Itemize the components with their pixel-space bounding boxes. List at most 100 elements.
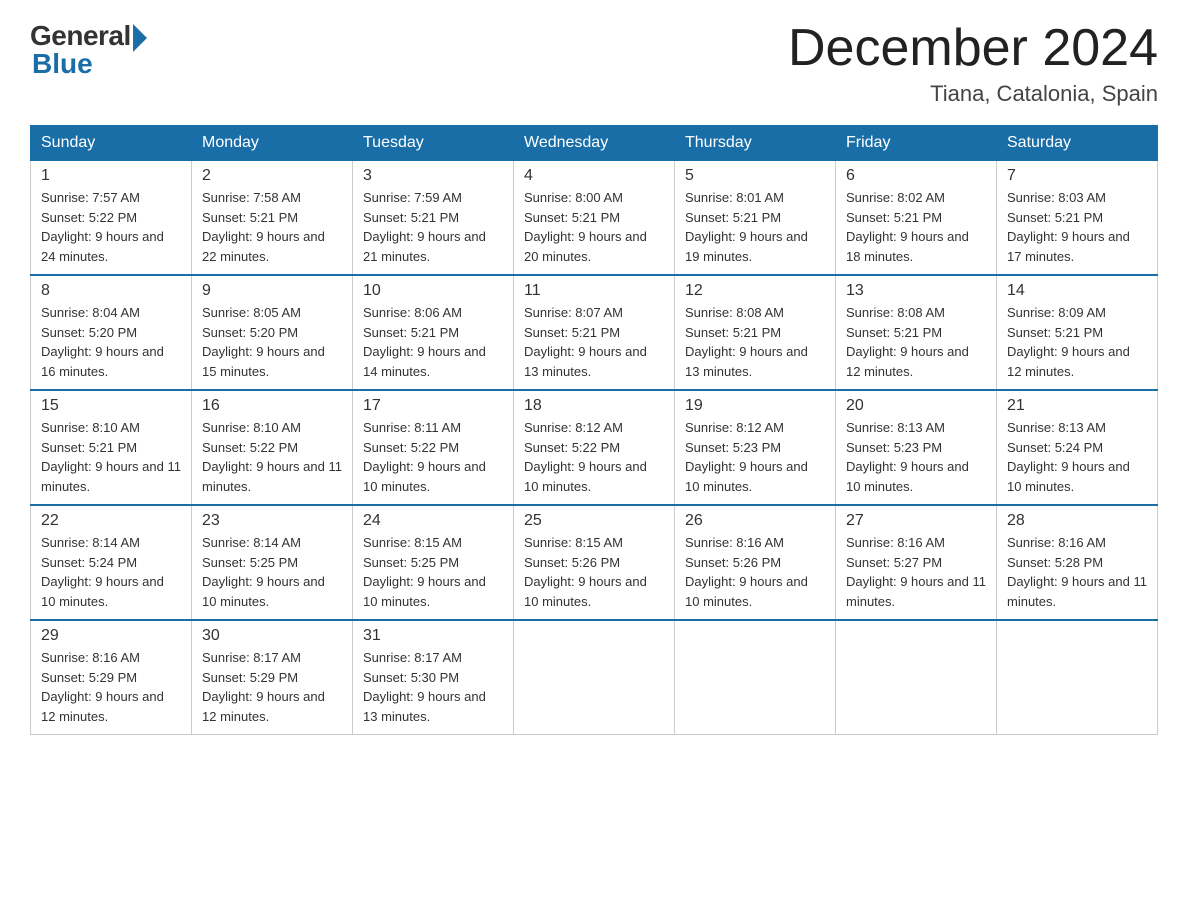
calendar-cell: 5 Sunrise: 8:01 AMSunset: 5:21 PMDayligh… — [675, 161, 836, 276]
day-info: Sunrise: 8:00 AMSunset: 5:21 PMDaylight:… — [524, 188, 664, 266]
calendar-cell: 26 Sunrise: 8:16 AMSunset: 5:26 PMDaylig… — [675, 505, 836, 620]
day-number: 15 — [41, 397, 181, 415]
day-info: Sunrise: 8:13 AMSunset: 5:24 PMDaylight:… — [1007, 418, 1147, 496]
calendar-table: SundayMondayTuesdayWednesdayThursdayFrid… — [30, 125, 1158, 735]
calendar-cell: 28 Sunrise: 8:16 AMSunset: 5:28 PMDaylig… — [997, 505, 1158, 620]
page-header: General Blue December 2024 Tiana, Catalo… — [30, 20, 1158, 107]
day-number: 12 — [685, 282, 825, 300]
calendar-cell: 31 Sunrise: 8:17 AMSunset: 5:30 PMDaylig… — [353, 620, 514, 735]
day-number: 14 — [1007, 282, 1147, 300]
calendar-cell — [836, 620, 997, 735]
day-number: 22 — [41, 512, 181, 530]
day-info: Sunrise: 7:59 AMSunset: 5:21 PMDaylight:… — [363, 188, 503, 266]
day-number: 30 — [202, 627, 342, 645]
day-info: Sunrise: 8:15 AMSunset: 5:25 PMDaylight:… — [363, 533, 503, 611]
logo: General Blue — [30, 20, 147, 80]
day-info: Sunrise: 8:16 AMSunset: 5:27 PMDaylight:… — [846, 533, 986, 611]
day-info: Sunrise: 8:09 AMSunset: 5:21 PMDaylight:… — [1007, 303, 1147, 381]
day-number: 16 — [202, 397, 342, 415]
calendar-cell: 30 Sunrise: 8:17 AMSunset: 5:29 PMDaylig… — [192, 620, 353, 735]
calendar-cell: 21 Sunrise: 8:13 AMSunset: 5:24 PMDaylig… — [997, 390, 1158, 505]
calendar-header-tuesday: Tuesday — [353, 126, 514, 161]
day-number: 21 — [1007, 397, 1147, 415]
location-text: Tiana, Catalonia, Spain — [788, 81, 1158, 107]
calendar-header-saturday: Saturday — [997, 126, 1158, 161]
day-info: Sunrise: 8:16 AMSunset: 5:28 PMDaylight:… — [1007, 533, 1147, 611]
calendar-cell: 19 Sunrise: 8:12 AMSunset: 5:23 PMDaylig… — [675, 390, 836, 505]
calendar-cell: 14 Sunrise: 8:09 AMSunset: 5:21 PMDaylig… — [997, 275, 1158, 390]
calendar-cell: 20 Sunrise: 8:13 AMSunset: 5:23 PMDaylig… — [836, 390, 997, 505]
calendar-cell: 12 Sunrise: 8:08 AMSunset: 5:21 PMDaylig… — [675, 275, 836, 390]
calendar-cell: 16 Sunrise: 8:10 AMSunset: 5:22 PMDaylig… — [192, 390, 353, 505]
day-info: Sunrise: 8:05 AMSunset: 5:20 PMDaylight:… — [202, 303, 342, 381]
calendar-week-row: 1 Sunrise: 7:57 AMSunset: 5:22 PMDayligh… — [31, 161, 1158, 276]
day-number: 23 — [202, 512, 342, 530]
day-info: Sunrise: 8:10 AMSunset: 5:21 PMDaylight:… — [41, 418, 181, 496]
logo-arrow-icon — [133, 24, 147, 52]
day-number: 17 — [363, 397, 503, 415]
day-info: Sunrise: 8:13 AMSunset: 5:23 PMDaylight:… — [846, 418, 986, 496]
day-info: Sunrise: 8:12 AMSunset: 5:23 PMDaylight:… — [685, 418, 825, 496]
calendar-cell: 13 Sunrise: 8:08 AMSunset: 5:21 PMDaylig… — [836, 275, 997, 390]
day-number: 10 — [363, 282, 503, 300]
title-section: December 2024 Tiana, Catalonia, Spain — [788, 20, 1158, 107]
day-info: Sunrise: 8:06 AMSunset: 5:21 PMDaylight:… — [363, 303, 503, 381]
calendar-cell: 24 Sunrise: 8:15 AMSunset: 5:25 PMDaylig… — [353, 505, 514, 620]
calendar-cell: 11 Sunrise: 8:07 AMSunset: 5:21 PMDaylig… — [514, 275, 675, 390]
calendar-cell: 8 Sunrise: 8:04 AMSunset: 5:20 PMDayligh… — [31, 275, 192, 390]
calendar-header-row: SundayMondayTuesdayWednesdayThursdayFrid… — [31, 126, 1158, 161]
day-number: 24 — [363, 512, 503, 530]
day-info: Sunrise: 8:04 AMSunset: 5:20 PMDaylight:… — [41, 303, 181, 381]
calendar-header-sunday: Sunday — [31, 126, 192, 161]
calendar-week-row: 29 Sunrise: 8:16 AMSunset: 5:29 PMDaylig… — [31, 620, 1158, 735]
calendar-cell: 23 Sunrise: 8:14 AMSunset: 5:25 PMDaylig… — [192, 505, 353, 620]
day-number: 5 — [685, 167, 825, 185]
day-info: Sunrise: 8:03 AMSunset: 5:21 PMDaylight:… — [1007, 188, 1147, 266]
day-info: Sunrise: 8:16 AMSunset: 5:29 PMDaylight:… — [41, 648, 181, 726]
day-number: 4 — [524, 167, 664, 185]
calendar-cell: 25 Sunrise: 8:15 AMSunset: 5:26 PMDaylig… — [514, 505, 675, 620]
month-title: December 2024 — [788, 20, 1158, 77]
calendar-week-row: 8 Sunrise: 8:04 AMSunset: 5:20 PMDayligh… — [31, 275, 1158, 390]
calendar-cell: 27 Sunrise: 8:16 AMSunset: 5:27 PMDaylig… — [836, 505, 997, 620]
day-number: 18 — [524, 397, 664, 415]
calendar-cell: 17 Sunrise: 8:11 AMSunset: 5:22 PMDaylig… — [353, 390, 514, 505]
calendar-header-thursday: Thursday — [675, 126, 836, 161]
day-number: 13 — [846, 282, 986, 300]
calendar-cell: 15 Sunrise: 8:10 AMSunset: 5:21 PMDaylig… — [31, 390, 192, 505]
calendar-week-row: 22 Sunrise: 8:14 AMSunset: 5:24 PMDaylig… — [31, 505, 1158, 620]
calendar-cell: 7 Sunrise: 8:03 AMSunset: 5:21 PMDayligh… — [997, 161, 1158, 276]
day-number: 29 — [41, 627, 181, 645]
day-info: Sunrise: 8:17 AMSunset: 5:30 PMDaylight:… — [363, 648, 503, 726]
day-number: 11 — [524, 282, 664, 300]
day-number: 20 — [846, 397, 986, 415]
calendar-cell — [514, 620, 675, 735]
calendar-header-friday: Friday — [836, 126, 997, 161]
day-info: Sunrise: 8:08 AMSunset: 5:21 PMDaylight:… — [685, 303, 825, 381]
day-number: 28 — [1007, 512, 1147, 530]
day-number: 2 — [202, 167, 342, 185]
day-number: 6 — [846, 167, 986, 185]
calendar-cell: 18 Sunrise: 8:12 AMSunset: 5:22 PMDaylig… — [514, 390, 675, 505]
day-info: Sunrise: 8:17 AMSunset: 5:29 PMDaylight:… — [202, 648, 342, 726]
calendar-cell: 29 Sunrise: 8:16 AMSunset: 5:29 PMDaylig… — [31, 620, 192, 735]
day-info: Sunrise: 8:08 AMSunset: 5:21 PMDaylight:… — [846, 303, 986, 381]
day-info: Sunrise: 7:57 AMSunset: 5:22 PMDaylight:… — [41, 188, 181, 266]
calendar-week-row: 15 Sunrise: 8:10 AMSunset: 5:21 PMDaylig… — [31, 390, 1158, 505]
day-info: Sunrise: 8:10 AMSunset: 5:22 PMDaylight:… — [202, 418, 342, 496]
day-number: 19 — [685, 397, 825, 415]
calendar-header-monday: Monday — [192, 126, 353, 161]
calendar-cell: 22 Sunrise: 8:14 AMSunset: 5:24 PMDaylig… — [31, 505, 192, 620]
day-info: Sunrise: 8:12 AMSunset: 5:22 PMDaylight:… — [524, 418, 664, 496]
day-info: Sunrise: 7:58 AMSunset: 5:21 PMDaylight:… — [202, 188, 342, 266]
day-number: 9 — [202, 282, 342, 300]
calendar-cell — [997, 620, 1158, 735]
day-info: Sunrise: 8:02 AMSunset: 5:21 PMDaylight:… — [846, 188, 986, 266]
day-number: 25 — [524, 512, 664, 530]
day-info: Sunrise: 8:01 AMSunset: 5:21 PMDaylight:… — [685, 188, 825, 266]
calendar-cell: 1 Sunrise: 7:57 AMSunset: 5:22 PMDayligh… — [31, 161, 192, 276]
day-number: 1 — [41, 167, 181, 185]
day-info: Sunrise: 8:15 AMSunset: 5:26 PMDaylight:… — [524, 533, 664, 611]
calendar-header-wednesday: Wednesday — [514, 126, 675, 161]
day-number: 27 — [846, 512, 986, 530]
